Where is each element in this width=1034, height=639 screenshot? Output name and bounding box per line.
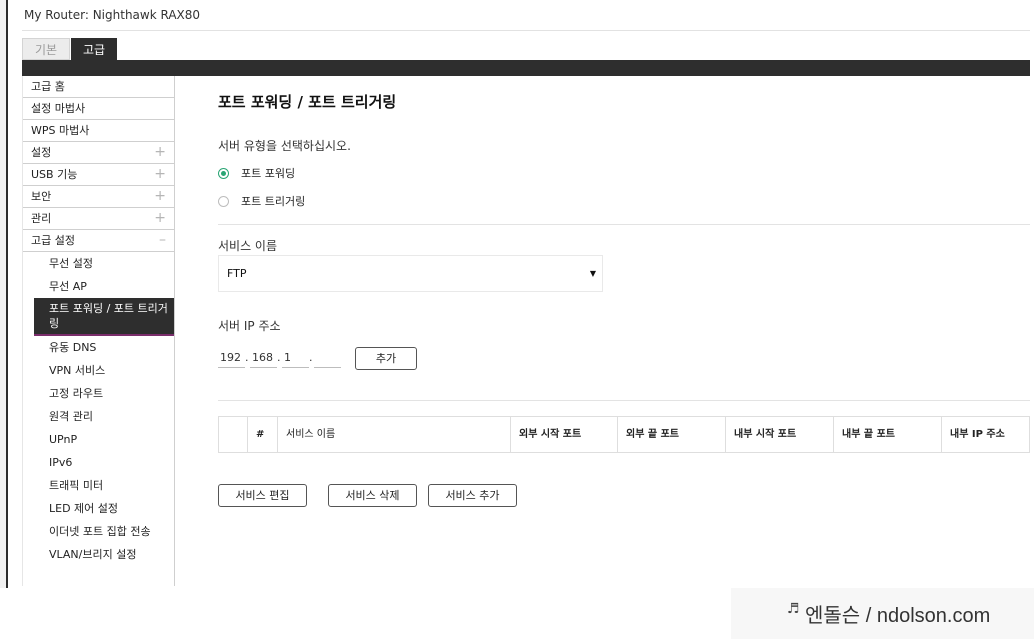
router-title: My Router: Nighthawk RAX80: [24, 8, 200, 22]
table-header-int-start-port: 내부 시작 포트: [726, 417, 834, 452]
edit-service-button[interactable]: 서비스 편집: [218, 484, 307, 507]
sidebar-item-label: 보안: [31, 190, 52, 203]
expand-icon[interactable]: +: [154, 164, 166, 185]
sidebar-item-label: 설정: [31, 146, 52, 159]
sidebar-item-label: WPS 마법사: [31, 124, 90, 137]
option-port-forwarding[interactable]: 포트 포워딩: [218, 165, 295, 181]
ip-dot: .: [277, 351, 281, 364]
server-type-prompt: 서버 유형을 선택하십시오.: [218, 139, 351, 153]
sidebar-subitem-led-control[interactable]: LED 제어 설정: [23, 497, 174, 520]
service-name-label: 서비스 이름: [218, 239, 278, 253]
expand-icon[interactable]: +: [154, 208, 166, 229]
sidebar-item-label: USB 기능: [31, 168, 78, 181]
sidebar-item-management[interactable]: 관리 +: [23, 208, 174, 230]
add-service-button[interactable]: 서비스 추가: [428, 484, 517, 507]
table-header-int-ip: 내부 IP 주소: [950, 429, 1005, 440]
router-name: Nighthawk RAX80: [92, 8, 201, 22]
sidebar-subitem-wireless-ap[interactable]: 무선 AP: [23, 275, 174, 298]
sidebar-item-label: 설정 마법사: [31, 102, 86, 115]
table-header-ext-end-port: 외부 끝 포트: [618, 417, 726, 452]
watermark: ♬ 엔돌슨 / ndolson.com: [731, 588, 1034, 639]
sidebar-item-wps-wizard[interactable]: WPS 마법사: [23, 120, 174, 142]
tab-basic[interactable]: 기본: [22, 38, 70, 60]
sidebar-menu: 고급 홈 설정 마법사 WPS 마법사 설정 + USB 기능 + 보안 + 관리 + …: [22, 76, 175, 586]
sidebar-subitem-traffic-meter[interactable]: 트래픽 미터: [23, 474, 174, 497]
sidebar-subitem-dynamic-dns[interactable]: 유동 DNS: [23, 336, 174, 359]
sidebar-subitem-static-routes[interactable]: 고정 라우트: [23, 382, 174, 405]
collapse-icon[interactable]: –: [159, 230, 166, 251]
ip-octet-3-input[interactable]: 1: [282, 348, 309, 368]
service-select-value: FTP: [227, 267, 247, 280]
sidebar-subitem-port-forwarding[interactable]: 포트 포워딩 / 포트 트리거링: [34, 298, 174, 336]
ip-dot: .: [245, 351, 249, 364]
radio-unchecked-icon[interactable]: [218, 195, 229, 207]
port-forwarding-table: # 서비스 이름 외부 시작 포트 외부 끝 포트 내부 시작 포트 내부 끝 …: [218, 416, 1030, 453]
ip-octet-2-input[interactable]: 168: [250, 348, 277, 368]
window-left-edge: [0, 0, 8, 588]
ip-octet-1-input[interactable]: 192: [218, 348, 245, 368]
ip-dot: .: [309, 351, 313, 364]
sidebar-subitem-wireless-settings[interactable]: 무선 설정: [23, 252, 174, 275]
sidebar-subitem-remote-management[interactable]: 원격 관리: [23, 405, 174, 428]
router-label: My Router:: [24, 8, 89, 22]
table-header-select: [219, 417, 248, 452]
section-divider: [218, 224, 1030, 225]
delete-service-button[interactable]: 서비스 삭제: [328, 484, 417, 507]
music-note-icon: ♬: [787, 601, 800, 617]
server-ip-label: 서버 IP 주소: [218, 319, 281, 333]
option-label: 포트 포워딩: [241, 167, 296, 180]
sidebar-item-label: 관리: [31, 212, 52, 225]
page-title: 포트 포워딩 / 포트 트리거링: [218, 93, 397, 111]
sidebar-item-security[interactable]: 보안 +: [23, 186, 174, 208]
radio-checked-icon[interactable]: [218, 167, 229, 179]
sidebar-item-advanced-home[interactable]: 고급 홈: [23, 76, 174, 98]
sidebar-item-label: 고급 설정: [31, 234, 75, 247]
table-header-int-end-port: 내부 끝 포트: [834, 417, 942, 452]
sidebar-subitem-ipv6[interactable]: IPv6: [23, 451, 174, 474]
ip-octet-4-input[interactable]: [314, 348, 341, 368]
sidebar-item-setup[interactable]: 설정 +: [23, 142, 174, 164]
sidebar-item-label: 고급 홈: [31, 80, 65, 93]
watermark-text: 엔돌슨 / ndolson.com: [805, 605, 991, 627]
service-name-select[interactable]: FTP ▼: [218, 255, 603, 292]
sidebar-subitem-vpn-service[interactable]: VPN 서비스: [23, 359, 174, 382]
table-header-number: #: [248, 417, 278, 452]
section-divider: [218, 400, 1030, 401]
table-header-ext-start-port: 외부 시작 포트: [511, 417, 618, 452]
sidebar-subitem-vlan-bridge[interactable]: VLAN/브리지 설정: [23, 543, 174, 566]
sidebar-item-advanced-setup[interactable]: 고급 설정 –: [23, 230, 174, 252]
dropdown-caret-icon: ▼: [589, 269, 596, 278]
add-button[interactable]: 추가: [355, 347, 417, 370]
sidebar-subitem-ethernet-aggregation[interactable]: 이더넷 포트 집합 전송: [23, 520, 174, 543]
table-header-service-name: 서비스 이름: [278, 417, 511, 452]
option-port-triggering[interactable]: 포트 트리거링: [218, 193, 305, 209]
tab-advanced[interactable]: 고급: [71, 38, 117, 60]
sidebar-subitem-upnp[interactable]: UPnP: [23, 428, 174, 451]
option-label: 포트 트리거링: [241, 195, 306, 208]
header-bar: [22, 60, 1030, 76]
sidebar-item-setup-wizard[interactable]: 설정 마법사: [23, 98, 174, 120]
title-divider: [22, 30, 1030, 31]
expand-icon[interactable]: +: [154, 186, 166, 207]
sidebar-item-usb[interactable]: USB 기능 +: [23, 164, 174, 186]
expand-icon[interactable]: +: [154, 142, 166, 163]
